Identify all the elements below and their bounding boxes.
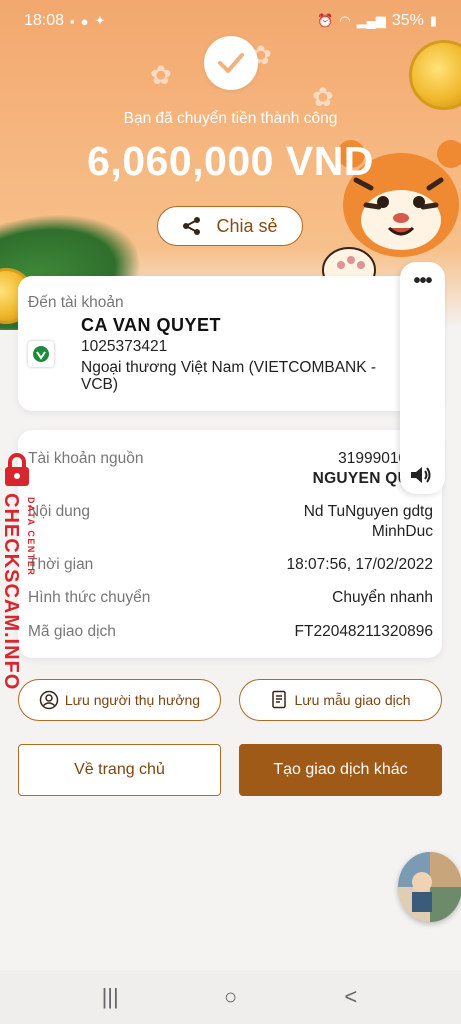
recipient-name: CA VAN QUYET (81, 315, 222, 335)
save-template-button[interactable]: Lưu mẫu giao dịch (239, 679, 442, 721)
speaker-icon[interactable] (409, 464, 433, 486)
detail-value: Nd TuNguyen gdtg (303, 503, 433, 520)
save-beneficiary-label: Lưu người thụ hưởng (64, 692, 201, 708)
detail-row-method: Hình thức chuyển Chuyển nhanh (28, 589, 433, 607)
watermark-text: CHECKSCAM.INFO (0, 493, 22, 691)
status-time: 18:08 (24, 12, 65, 29)
success-message: Bạn đã chuyển tiền thành công (123, 110, 338, 127)
recents-icon[interactable]: ||| (90, 984, 130, 1010)
detail-value: 18:07:56, 17/02/2022 (286, 556, 433, 573)
share-button[interactable]: Chia sẻ (157, 206, 303, 246)
new-transaction-label: Tạo giao dịch khác (273, 761, 408, 778)
detail-label: Mã giao dịch (28, 623, 116, 640)
home-icon[interactable]: ○ (210, 984, 250, 1010)
flower-decoration: ✿ (312, 82, 334, 112)
gold-coin-decoration (409, 40, 461, 110)
detail-row-source-name: NGUYEN QUOC (28, 470, 433, 488)
battery-icon: ▮ (429, 13, 437, 28)
recipient-bank: Ngoại thương Việt Nam (VIETCOMBANK - VCB… (81, 359, 377, 393)
share-label: Chia sẻ (216, 215, 278, 236)
detail-value: FT22048211320896 (294, 623, 433, 640)
signal-icon: ▂▄▆ (356, 13, 386, 28)
template-icon (271, 690, 286, 709)
detail-row-content: Nội dung Nd TuNguyen gdtg (28, 503, 433, 521)
home-button-label: Về trang chủ (74, 761, 165, 778)
recipient-card: Đến tài khoản CA VAN QUYET 1025373421 Ng… (18, 276, 442, 411)
detail-label: Hình thức chuyển (28, 589, 151, 606)
side-action-panel: ••• (400, 262, 445, 494)
detail-value: Chuyển nhanh (332, 589, 433, 606)
detail-row-time: Thời gian 18:07:56, 17/02/2022 (28, 556, 433, 574)
back-to-home-button[interactable]: Về trang chủ (18, 744, 221, 796)
android-nav-bar: ||| ○ < (0, 970, 461, 1024)
save-beneficiary-button[interactable]: Lưu người thụ hưởng (18, 679, 221, 721)
detail-row-source: Tài khoản nguồn 31999010977 (28, 450, 433, 468)
share-icon (183, 217, 201, 235)
detail-label: Tài khoản nguồn (28, 450, 144, 467)
transaction-details-card: Tài khoản nguồn 31999010977 NGUYEN QUOC … (18, 430, 442, 658)
twitter-icon: ✦ (94, 13, 106, 28)
back-icon[interactable]: < (331, 984, 371, 1010)
lock-icon (5, 453, 29, 486)
recipient-account: 1025373421 (81, 338, 168, 355)
detail-value: MinhDuc (371, 523, 433, 540)
chat-head-avatar[interactable] (398, 852, 461, 922)
success-check-badge (204, 36, 258, 90)
save-template-label: Lưu mẫu giao dịch (294, 692, 411, 708)
avatar-photo (398, 852, 461, 922)
vietcombank-logo (28, 341, 54, 367)
messenger-icon: ● (80, 13, 89, 29)
user-icon (39, 690, 59, 710)
transfer-amount: 6,060,000 VND (87, 138, 374, 184)
wifi-icon: ◠ (339, 13, 351, 28)
message-icon: ▪ (70, 13, 75, 29)
recipient-label: Đến tài khoản (28, 294, 124, 311)
more-options-icon[interactable]: ••• (400, 270, 445, 293)
check-icon (218, 53, 244, 73)
battery-level: 35% (391, 12, 424, 29)
watermark-subtext: DATA CENTER (26, 497, 36, 577)
alarm-icon: ⏰ (317, 13, 334, 28)
checkscam-watermark: CHECKSCAM.INFO DATA CENTER (0, 453, 40, 690)
new-transaction-button[interactable]: Tạo giao dịch khác (239, 744, 442, 796)
flower-decoration: ✿ (150, 60, 172, 90)
detail-row-transaction-id: Mã giao dịch FT22048211320896 (28, 623, 433, 641)
detail-row-content-2: MinhDuc (28, 523, 433, 541)
